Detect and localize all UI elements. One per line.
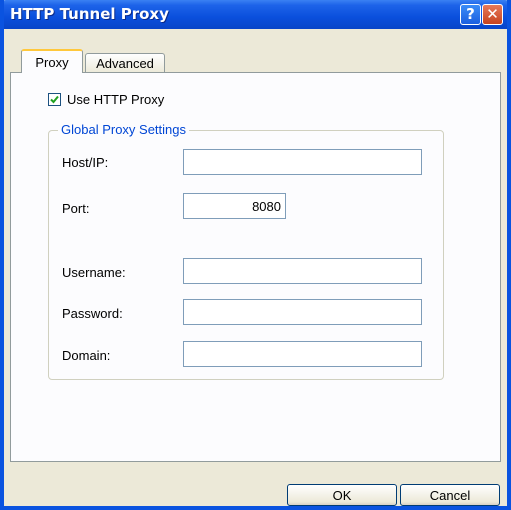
username-label: Username: bbox=[62, 265, 126, 280]
port-input[interactable] bbox=[183, 193, 286, 219]
domain-label: Domain: bbox=[62, 348, 111, 363]
ok-button[interactable]: OK bbox=[287, 484, 397, 506]
use-http-proxy-checkbox[interactable] bbox=[48, 93, 61, 106]
username-input[interactable] bbox=[183, 258, 422, 284]
cancel-button[interactable]: Cancel bbox=[400, 484, 500, 506]
port-label: Port: bbox=[62, 201, 90, 216]
password-input[interactable] bbox=[183, 299, 422, 325]
domain-input[interactable] bbox=[183, 341, 422, 367]
use-http-proxy-label[interactable]: Use HTTP Proxy bbox=[67, 92, 164, 107]
host-input[interactable] bbox=[183, 149, 422, 175]
password-label: Password: bbox=[62, 306, 123, 321]
host-label: Host/IP: bbox=[62, 155, 109, 170]
group-title: Global Proxy Settings bbox=[58, 122, 190, 137]
checkmark-icon bbox=[50, 95, 59, 104]
